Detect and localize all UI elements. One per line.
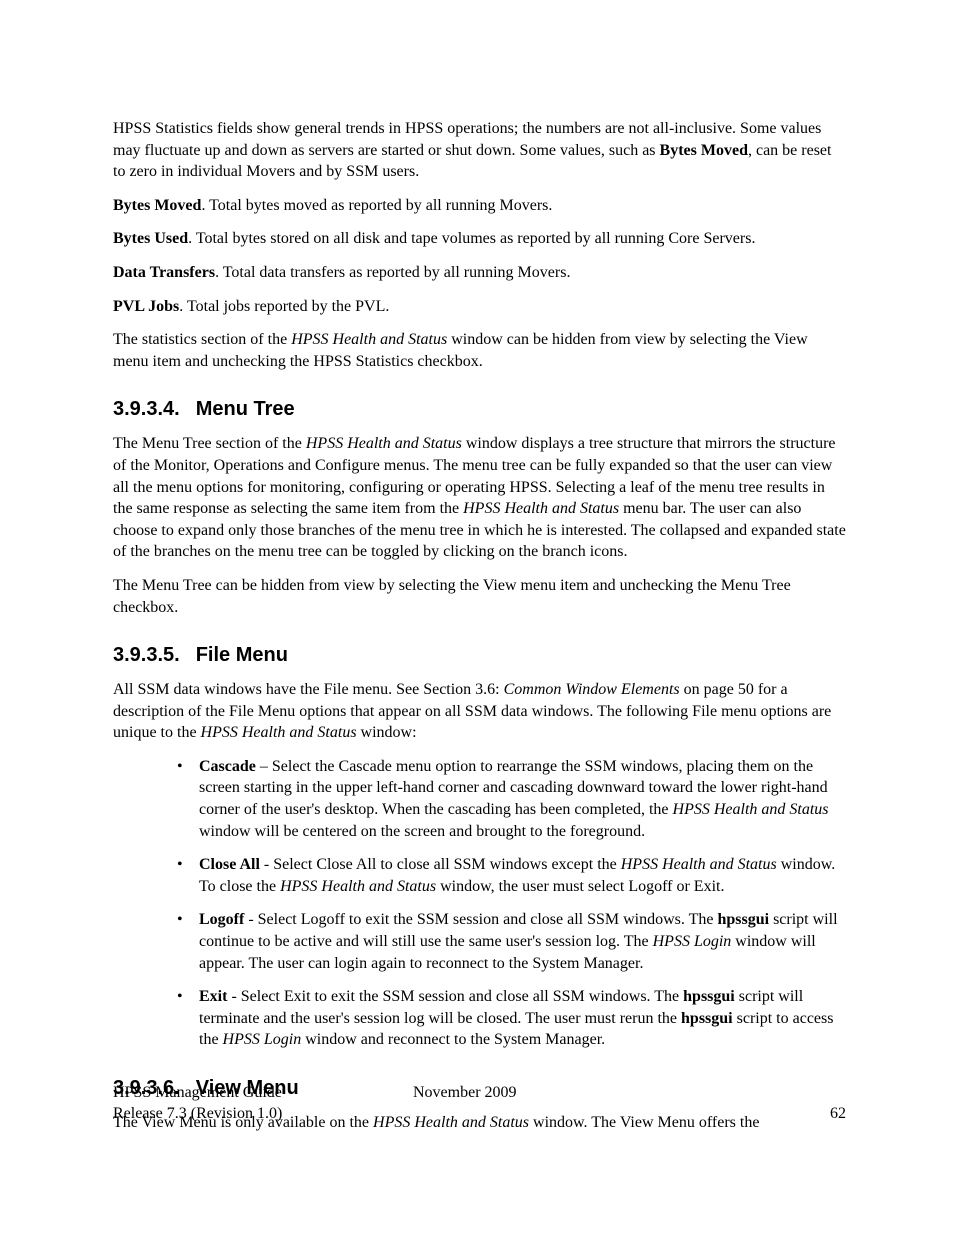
footer-guide: HPSS Management Guide [113, 1082, 413, 1104]
page-footer: HPSS Management Guide November 2009 Rele… [113, 1082, 846, 1125]
italic-term: HPSS Health and Status [621, 856, 777, 873]
bold-term: hpssgui [681, 1010, 733, 1027]
option-label: Close All [199, 856, 260, 873]
option-label: Logoff [199, 911, 244, 928]
term-label: PVL Jobs [113, 298, 179, 315]
italic-term: HPSS Health and Status [463, 500, 619, 517]
document-page: HPSS Statistics fields show general tren… [0, 0, 954, 1235]
italic-term: HPSS Login [653, 933, 732, 950]
italic-term: HPSS Login [223, 1031, 302, 1048]
text: . Total data transfers as reported by al… [215, 264, 570, 281]
file-menu-list: Cascade – Select the Cascade menu option… [113, 756, 846, 1051]
italic-term: HPSS Health and Status [306, 435, 462, 452]
footer-release: Release 7.3 (Revision 1.0) [113, 1103, 282, 1125]
text: window will be centered on the screen an… [199, 823, 645, 840]
italic-term: Common Window Elements [504, 681, 680, 698]
file-menu-intro: All SSM data windows have the File menu.… [113, 679, 846, 744]
list-item-exit: Exit - Select Exit to exit the SSM sessi… [177, 986, 846, 1051]
text: The Menu Tree section of the [113, 435, 306, 452]
list-item-cascade: Cascade – Select the Cascade menu option… [177, 756, 846, 842]
bytes-moved-def: Bytes Moved. Total bytes moved as report… [113, 195, 846, 217]
text: window, the user must select Logoff or E… [436, 878, 724, 895]
pvl-jobs-def: PVL Jobs. Total jobs reported by the PVL… [113, 296, 846, 318]
option-label: Cascade [199, 758, 256, 775]
text: window and reconnect to the System Manag… [301, 1031, 605, 1048]
text: . Total bytes moved as reported by all r… [201, 197, 552, 214]
section-title: File Menu [196, 644, 288, 666]
list-item-close-all: Close All - Select Close All to close al… [177, 854, 846, 897]
text: - Select Close All to close all SSM wind… [260, 856, 621, 873]
menu-tree-p1: The Menu Tree section of the HPSS Health… [113, 433, 846, 563]
italic-term: HPSS Health and Status [280, 878, 436, 895]
data-transfers-def: Data Transfers. Total data transfers as … [113, 262, 846, 284]
section-number: 3.9.3.4. [113, 398, 180, 420]
text: - Select Logoff to exit the SSM session … [244, 911, 717, 928]
term-label: Data Transfers [113, 264, 215, 281]
text: window: [357, 724, 417, 741]
term-label: Bytes Moved [113, 197, 201, 214]
italic-term: HPSS Health and Status [291, 331, 447, 348]
text: - Select Exit to exit the SSM session an… [227, 988, 683, 1005]
footer-page-number: 62 [830, 1103, 846, 1125]
stats-hide-paragraph: The statistics section of the HPSS Healt… [113, 329, 846, 372]
text: The statistics section of the [113, 331, 291, 348]
list-item-logoff: Logoff - Select Logoff to exit the SSM s… [177, 909, 846, 974]
option-label: Exit [199, 988, 227, 1005]
term-label: Bytes Used [113, 230, 188, 247]
bold-term: hpssgui [717, 911, 769, 928]
text: . Total bytes stored on all disk and tap… [188, 230, 755, 247]
bold-term: hpssgui [683, 988, 735, 1005]
bytes-used-def: Bytes Used. Total bytes stored on all di… [113, 228, 846, 250]
heading-file-menu: 3.9.3.5. File Menu [113, 642, 846, 669]
footer-date: November 2009 [413, 1082, 517, 1104]
intro-paragraph: HPSS Statistics fields show general tren… [113, 118, 846, 183]
menu-tree-p2: The Menu Tree can be hidden from view by… [113, 575, 846, 618]
section-number: 3.9.3.5. [113, 644, 180, 666]
bold-term: Bytes Moved [660, 142, 748, 159]
heading-menu-tree: 3.9.3.4. Menu Tree [113, 396, 846, 423]
text: . Total jobs reported by the PVL. [179, 298, 389, 315]
text: All SSM data windows have the File menu.… [113, 681, 504, 698]
italic-term: HPSS Health and Status [201, 724, 357, 741]
section-title: Menu Tree [196, 398, 295, 420]
italic-term: HPSS Health and Status [673, 801, 829, 818]
